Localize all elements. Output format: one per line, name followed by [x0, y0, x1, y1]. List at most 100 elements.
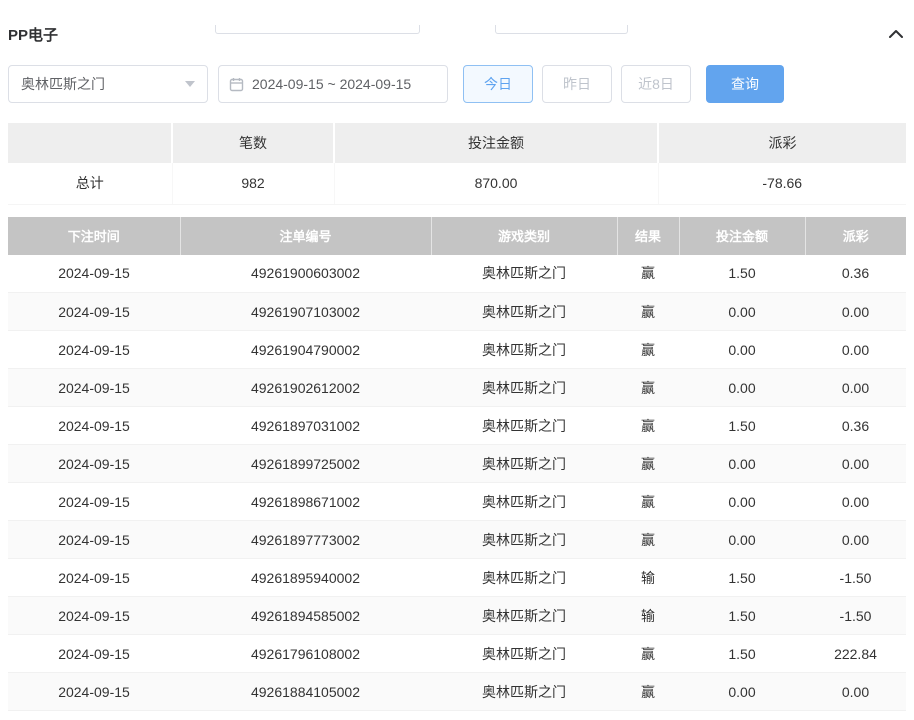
cell-bet-amount: 1.50: [679, 596, 805, 635]
cell-payout: 0.00: [805, 444, 906, 483]
date-range-value: 2024-09-15 ~ 2024-09-15: [252, 76, 412, 92]
summary-total-label: 总计: [8, 163, 173, 205]
summary-column-header: 笔数: [172, 123, 335, 163]
summary-column-header: [8, 123, 173, 163]
cell-payout: 0.36: [805, 406, 906, 445]
cell-payout: 0.36: [805, 254, 906, 293]
cell-bet-amount: 1.50: [679, 634, 805, 673]
table-column-header: 派彩: [805, 216, 906, 255]
table-header-row: 下注时间 注单编号 游戏类别 结果 投注金额 派彩: [8, 216, 906, 255]
table-row: 2024-09-15 49261796108002 奥林匹斯之门赢 1.50 222.8…: [8, 634, 906, 673]
cell-bet-amount: 1.50: [679, 406, 805, 445]
cell-bet-time: 2024-09-15: [8, 444, 180, 483]
cell-result: 赢: [617, 292, 679, 331]
cell-payout: 0.00: [805, 292, 906, 331]
cell-order-number: 49261897773002: [180, 520, 431, 559]
cell-bet-time: 2024-09-15: [8, 558, 180, 597]
cell-order-number: 49261898671002: [180, 482, 431, 521]
cell-payout: 0.00: [805, 330, 906, 369]
game-select-value: 奥林匹斯之门: [21, 76, 105, 92]
table-row: 2024-09-15 49261907103002 奥林匹斯之门赢 0.00 0.00: [8, 292, 906, 331]
cell-order-number: 49261899725002: [180, 444, 431, 483]
cell-game-category: 奥林匹斯之门: [431, 406, 617, 445]
game-select[interactable]: 奥林匹斯之门: [8, 65, 208, 103]
cell-game-category: 奥林匹斯之门: [431, 482, 617, 521]
table-column-header: 下注时间: [8, 216, 181, 255]
table-row: 2024-09-15 49261898671002 奥林匹斯之门赢 0.00 0.00: [8, 482, 906, 521]
quick-date-buttons: 今日 昨日 近8日: [463, 65, 700, 103]
table-row: 2024-09-15 49261884105002 奥林匹斯之门赢 0.00 0.00: [8, 672, 906, 711]
cell-bet-amount: 0.00: [679, 520, 805, 559]
cell-payout: -1.50: [805, 558, 906, 597]
date-range-input[interactable]: 2024-09-15 ~ 2024-09-15: [218, 65, 448, 103]
collapse-button[interactable]: [888, 28, 906, 40]
table-column-header: 结果: [617, 216, 680, 255]
cell-result: 赢: [617, 634, 679, 673]
summary-payout-value: -78.66: [658, 163, 906, 205]
cell-bet-amount: 0.00: [679, 292, 805, 331]
table-row: 2024-09-15 49261900603002 奥林匹斯之门赢 1.50 0.36: [8, 254, 906, 293]
chevron-down-icon: [185, 81, 195, 87]
filter-bar: 奥林匹斯之门 2024-09-15 ~ 2024-09-15 今日 昨日 近8日 查…: [8, 65, 906, 103]
table-column-header: 游戏类别: [431, 216, 618, 255]
table-row: 2024-09-15 49261894585002 奥林匹斯之门输 1.50 -1.50: [8, 596, 906, 635]
cell-bet-amount: 0.00: [679, 368, 805, 407]
cutoff-input-above-2[interactable]: [495, 25, 628, 34]
cell-game-category: 奥林匹斯之门: [431, 596, 617, 635]
cell-bet-time: 2024-09-15: [8, 292, 180, 331]
cell-result: 赢: [617, 672, 679, 711]
panel-title: PP电子: [8, 26, 59, 44]
cell-game-category: 奥林匹斯之门: [431, 254, 617, 293]
cell-order-number: 49261895940002: [180, 558, 431, 597]
summary-total-row: 总计 982 870.00 -78.66: [8, 163, 906, 205]
summary-header-row: 笔数 投注金额 派彩: [8, 123, 906, 163]
cell-bet-amount: 0.00: [679, 482, 805, 521]
quick-button-last-8-days[interactable]: 近8日: [621, 65, 691, 103]
summary-column-header: 派彩: [658, 123, 906, 163]
cell-game-category: 奥林匹斯之门: [431, 520, 617, 559]
cell-payout: 0.00: [805, 520, 906, 559]
cell-result: 赢: [617, 368, 679, 407]
bet-records-table: 下注时间 注单编号 游戏类别 结果 投注金额 派彩 2024-09-15 492619006…: [8, 216, 906, 711]
cell-payout: 0.00: [805, 672, 906, 711]
summary-table: 笔数 投注金额 派彩 总计 982 870.00 -78.66: [8, 123, 906, 205]
panel-header: PP电子: [8, 25, 906, 44]
search-button[interactable]: 查询: [706, 65, 784, 103]
cell-game-category: 奥林匹斯之门: [431, 368, 617, 407]
pp-electronic-panel: PP电子 奥林匹斯之门 2024-09-15 ~ 2024-09-15 今日 昨日…: [0, 25, 914, 711]
cell-result: 赢: [617, 482, 679, 521]
cell-result: 赢: [617, 254, 679, 293]
summary-count-value: 982: [172, 163, 335, 205]
cell-game-category: 奥林匹斯之门: [431, 672, 617, 711]
cell-payout: 222.84: [805, 634, 906, 673]
summary-column-header: 投注金额: [334, 123, 659, 163]
cell-bet-time: 2024-09-15: [8, 482, 180, 521]
cell-order-number: 49261907103002: [180, 292, 431, 331]
cell-bet-amount: 0.00: [679, 672, 805, 711]
cell-bet-amount: 1.50: [679, 254, 805, 293]
cell-game-category: 奥林匹斯之门: [431, 292, 617, 331]
cell-game-category: 奥林匹斯之门: [431, 558, 617, 597]
cell-bet-time: 2024-09-15: [8, 634, 180, 673]
cell-result: 赢: [617, 520, 679, 559]
cell-order-number: 49261796108002: [180, 634, 431, 673]
quick-button-today[interactable]: 今日: [463, 65, 533, 103]
cell-bet-time: 2024-09-15: [8, 672, 180, 711]
summary-bet-amount-value: 870.00: [334, 163, 659, 205]
chevron-up-icon: [888, 28, 904, 40]
cell-bet-time: 2024-09-15: [8, 596, 180, 635]
cell-bet-time: 2024-09-15: [8, 406, 180, 445]
cell-bet-time: 2024-09-15: [8, 368, 180, 407]
table-column-header: 投注金额: [679, 216, 806, 255]
cell-result: 赢: [617, 444, 679, 483]
cell-bet-time: 2024-09-15: [8, 330, 180, 369]
cutoff-input-above-1[interactable]: [215, 25, 420, 34]
table-row: 2024-09-15 49261897031002 奥林匹斯之门赢 1.50 0.36: [8, 406, 906, 445]
cell-payout: 0.00: [805, 482, 906, 521]
quick-button-yesterday[interactable]: 昨日: [542, 65, 612, 103]
cell-order-number: 49261884105002: [180, 672, 431, 711]
cell-result: 赢: [617, 406, 679, 445]
cell-result: 赢: [617, 330, 679, 369]
cell-payout: -1.50: [805, 596, 906, 635]
cell-game-category: 奥林匹斯之门: [431, 330, 617, 369]
